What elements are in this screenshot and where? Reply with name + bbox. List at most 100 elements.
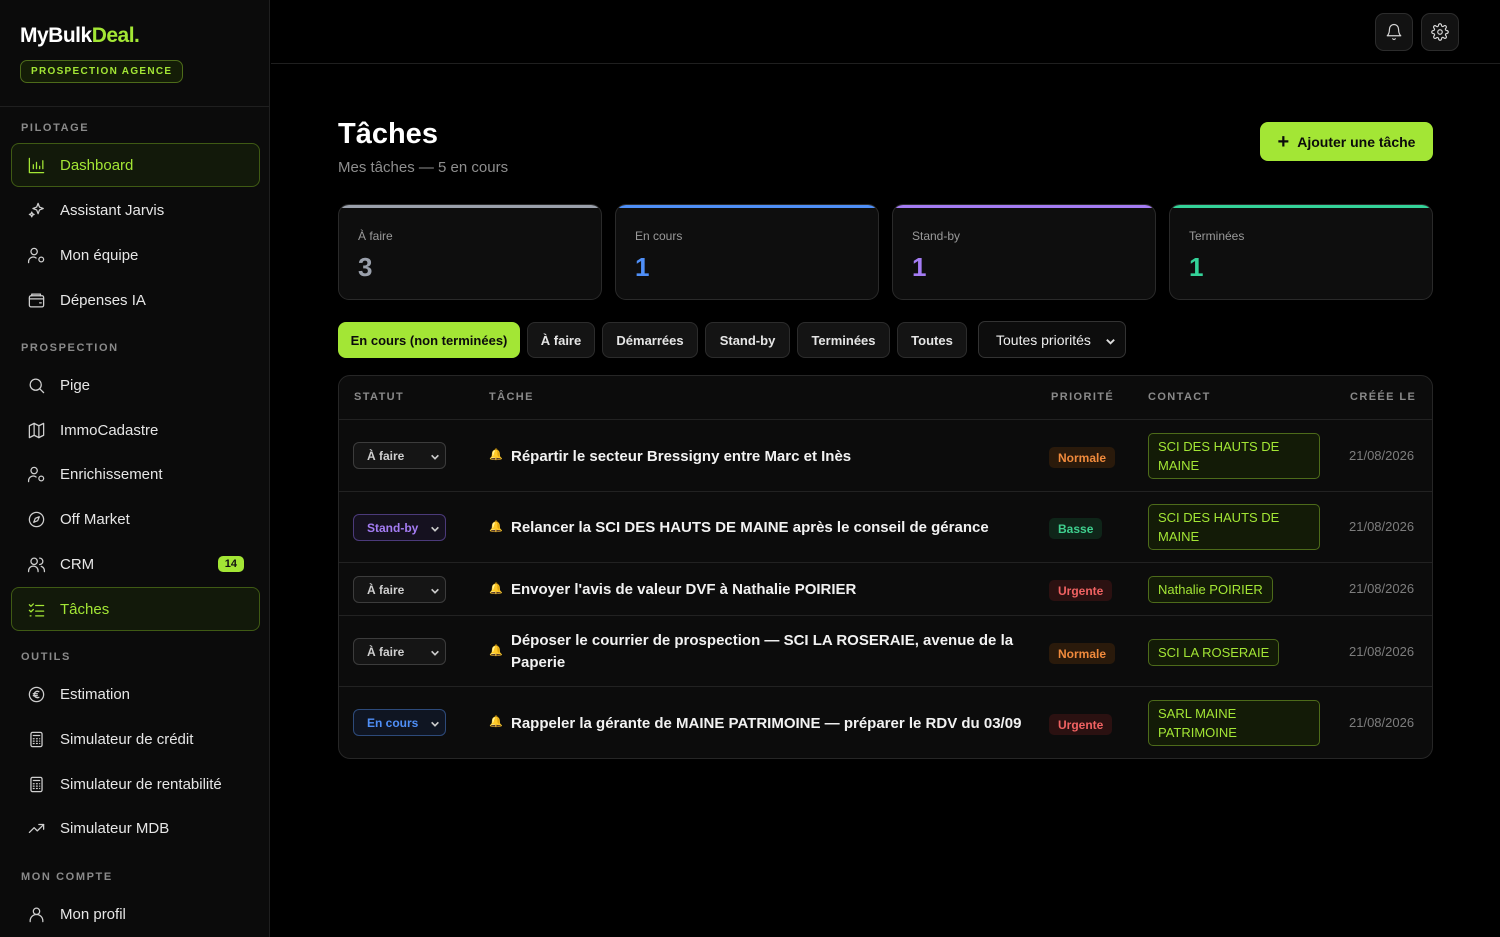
add-task-button[interactable]: + Ajouter une tâche bbox=[1260, 122, 1433, 161]
sidebar-item-dashboard[interactable]: Dashboard bbox=[11, 143, 260, 187]
priority-badge: Basse bbox=[1049, 518, 1103, 539]
bell-icon: 🔔 bbox=[489, 716, 503, 728]
section-label-outils: OUTILS bbox=[21, 651, 71, 663]
sidebar-item-off-market[interactable]: Off Market bbox=[11, 497, 260, 541]
bell-icon: 🔔 bbox=[489, 449, 503, 461]
table-row[interactable]: En cours 🔔 Rappeler la gérante de MAINE … bbox=[339, 686, 1432, 758]
stat-card-a-faire[interactable]: À faire 3 bbox=[338, 204, 602, 300]
search-icon bbox=[26, 375, 46, 395]
tasks-table: STATUT TÂCHE PRIORITÉ CONTACT CRÉÉE LE À… bbox=[338, 375, 1433, 759]
logo[interactable]: MyBulkDeal. bbox=[20, 24, 249, 48]
chevron-down-icon bbox=[1105, 334, 1115, 345]
stat-card-en-cours[interactable]: En cours 1 bbox=[615, 204, 879, 300]
sidebar-item-label: ImmoCadastre bbox=[60, 421, 159, 439]
contact-chip[interactable]: SCI DES HAUTS DE MAINE bbox=[1148, 433, 1320, 479]
sidebar-item-pige[interactable]: Pige bbox=[11, 363, 260, 407]
filter-a-faire[interactable]: À faire bbox=[527, 322, 595, 358]
status-select[interactable]: À faire bbox=[353, 638, 446, 665]
column-header-statut[interactable]: STATUT bbox=[354, 391, 404, 403]
gear-icon bbox=[1431, 23, 1449, 41]
sidebar-item-simulateur-rentabilite[interactable]: Simulateur de rentabilité bbox=[11, 762, 260, 806]
filter-toutes[interactable]: Toutes bbox=[897, 322, 967, 358]
notifications-button[interactable] bbox=[1375, 13, 1413, 51]
filter-demarrees[interactable]: Démarrées bbox=[602, 322, 698, 358]
settings-button[interactable] bbox=[1421, 13, 1459, 51]
priority-filter-select[interactable]: Toutes priorités bbox=[978, 321, 1126, 358]
section-label-mon-compte: MON COMPTE bbox=[21, 871, 113, 883]
column-header-creee-le[interactable]: CRÉÉE LE bbox=[1350, 391, 1416, 403]
sidebar-item-mon-equipe[interactable]: Mon équipe bbox=[11, 233, 260, 277]
stat-label: En cours bbox=[635, 229, 683, 243]
filter-en-cours[interactable]: En cours (non terminées) bbox=[338, 322, 520, 358]
task-title[interactable]: Rappeler la gérante de MAINE PATRIMOINE … bbox=[511, 713, 1041, 735]
contact-chip[interactable]: SARL MAINE PATRIMOINE bbox=[1148, 700, 1320, 746]
contact-chip[interactable]: Nathalie POIRIER bbox=[1148, 576, 1273, 603]
priority-badge: Normale bbox=[1049, 447, 1116, 468]
plus-icon: + bbox=[1277, 130, 1290, 153]
bar-chart-icon bbox=[26, 155, 46, 175]
sidebar-item-label: Off Market bbox=[60, 510, 130, 528]
task-title[interactable]: Répartir le secteur Bressigny entre Marc… bbox=[511, 446, 1031, 468]
sidebar-item-assistant-jarvis[interactable]: Assistant Jarvis bbox=[11, 188, 260, 232]
status-value: À faire bbox=[367, 582, 405, 597]
sidebar-item-immocadastre[interactable]: ImmoCadastre bbox=[11, 408, 260, 452]
status-value: À faire bbox=[367, 644, 405, 659]
sidebar-item-taches[interactable]: Tâches bbox=[11, 587, 260, 631]
trend-up-icon bbox=[26, 818, 46, 838]
chevron-down-icon bbox=[430, 647, 440, 661]
status-select[interactable]: À faire bbox=[353, 576, 446, 603]
column-header-tache[interactable]: TÂCHE bbox=[489, 391, 534, 403]
created-date: 21/08/2026 bbox=[1349, 581, 1415, 596]
status-select[interactable]: Stand-by bbox=[353, 514, 446, 541]
column-header-priorite[interactable]: PRIORITÉ bbox=[1051, 391, 1114, 403]
sidebar: MyBulkDeal. PROSPECTION AGENCE PILOTAGE … bbox=[0, 0, 270, 937]
bell-icon bbox=[1386, 23, 1402, 41]
sidebar-item-estimation[interactable]: Estimation bbox=[11, 672, 260, 716]
sidebar-item-mon-profil[interactable]: Mon profil bbox=[11, 892, 260, 936]
euro-icon bbox=[26, 684, 46, 704]
sidebar-item-enrichissement[interactable]: Enrichissement bbox=[11, 452, 260, 496]
page-title: Tâches bbox=[338, 118, 438, 150]
stat-card-stand-by[interactable]: Stand-by 1 bbox=[892, 204, 1156, 300]
sidebar-item-simulateur-mdb[interactable]: Simulateur MDB bbox=[11, 806, 260, 850]
contact-chip[interactable]: SCI DES HAUTS DE MAINE bbox=[1148, 504, 1320, 550]
users-icon bbox=[26, 554, 46, 574]
column-header-contact[interactable]: CONTACT bbox=[1148, 391, 1211, 403]
wallet-icon bbox=[26, 290, 46, 310]
contact-chip[interactable]: SCI LA ROSERAIE bbox=[1148, 639, 1280, 666]
table-row[interactable]: À faire 🔔 Envoyer l'avis de valeur DVF à… bbox=[339, 562, 1432, 615]
task-title[interactable]: Envoyer l'avis de valeur DVF à Nathalie … bbox=[511, 579, 1031, 601]
sidebar-item-label: Pige bbox=[60, 376, 91, 394]
sidebar-item-label: Assistant Jarvis bbox=[60, 201, 165, 219]
sparkles-icon bbox=[26, 200, 46, 220]
stat-label: À faire bbox=[358, 229, 393, 243]
stat-label: Stand-by bbox=[912, 229, 961, 243]
table-row[interactable]: À faire 🔔 Déposer le courrier de prospec… bbox=[339, 615, 1432, 686]
stat-card-terminees[interactable]: Terminées 1 bbox=[1169, 204, 1433, 300]
stat-value: 1 bbox=[1189, 252, 1204, 282]
topbar bbox=[271, 0, 1500, 64]
sidebar-item-simulateur-credit[interactable]: Simulateur de crédit bbox=[11, 717, 260, 761]
sidebar-item-label: Dashboard bbox=[60, 156, 134, 174]
logo-accent: Deal bbox=[91, 24, 135, 47]
agency-badge: PROSPECTION AGENCE bbox=[20, 60, 184, 83]
status-select[interactable]: En cours bbox=[353, 709, 446, 736]
status-select[interactable]: À faire bbox=[353, 442, 446, 469]
table-row[interactable]: À faire 🔔 Répartir le secteur Bressigny … bbox=[339, 419, 1432, 491]
task-title[interactable]: Relancer la SCI DES HAUTS DE MAINE après… bbox=[511, 517, 1031, 539]
stat-bar bbox=[616, 205, 878, 208]
task-title[interactable]: Déposer le courrier de prospection — SCI… bbox=[511, 630, 1031, 674]
chevron-down-icon bbox=[430, 523, 440, 537]
sidebar-item-label: Tâches bbox=[60, 600, 110, 618]
sidebar-item-crm[interactable]: CRM 14 bbox=[11, 542, 260, 586]
sidebar-item-label: Estimation bbox=[60, 685, 131, 703]
table-row[interactable]: Stand-by 🔔 Relancer la SCI DES HAUTS DE … bbox=[339, 491, 1432, 562]
add-task-label: Ajouter une tâche bbox=[1297, 133, 1416, 150]
sidebar-item-label: Enrichissement bbox=[60, 465, 163, 483]
filter-stand-by[interactable]: Stand-by bbox=[705, 322, 790, 358]
created-date: 21/08/2026 bbox=[1349, 448, 1415, 463]
chevron-down-icon bbox=[430, 585, 440, 599]
bell-icon: 🔔 bbox=[489, 645, 503, 657]
filter-terminees[interactable]: Terminées bbox=[797, 322, 890, 358]
sidebar-item-depenses-ia[interactable]: Dépenses IA bbox=[11, 278, 260, 322]
